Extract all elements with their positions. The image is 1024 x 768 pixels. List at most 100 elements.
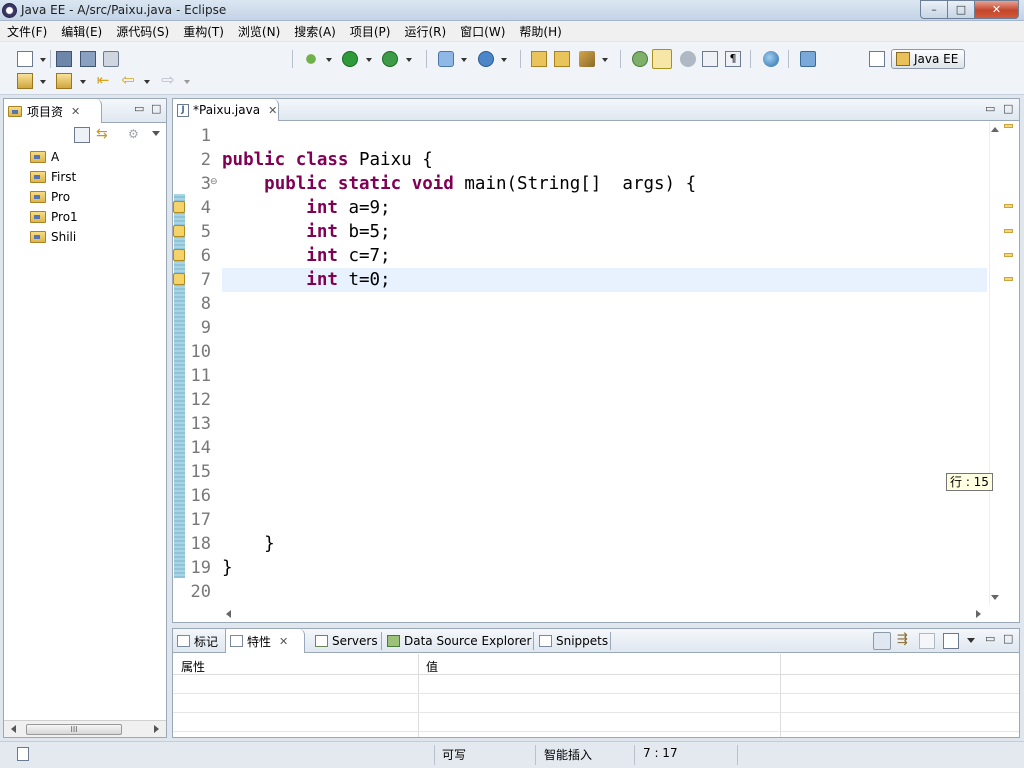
scroll-right-icon[interactable]: [154, 725, 159, 733]
link-with-editor-icon[interactable]: ⇆: [96, 127, 112, 143]
overview-ruler[interactable]: [989, 122, 1019, 605]
fold-collapse-icon[interactable]: ⊖: [210, 177, 218, 187]
new-server-dropdown-icon[interactable]: [461, 58, 467, 62]
warning-marker-icon[interactable]: [173, 225, 185, 237]
pin-icon[interactable]: [943, 633, 959, 649]
debug-dropdown-icon[interactable]: [326, 58, 332, 62]
debug-icon[interactable]: [303, 51, 319, 67]
warning-marker-icon[interactable]: [173, 201, 185, 213]
previous-annotation-dropdown-icon[interactable]: [80, 80, 86, 84]
web-browser-icon[interactable]: [763, 51, 779, 67]
close-button[interactable]: ✕: [974, 0, 1019, 19]
back-icon[interactable]: ⇦: [120, 72, 136, 89]
tab-servers[interactable]: Servers: [311, 629, 378, 653]
warning-marker-icon[interactable]: [173, 249, 185, 261]
new-icon[interactable]: [17, 51, 33, 67]
last-edit-location-icon[interactable]: ⇤: [95, 73, 111, 89]
column-header-property[interactable]: 属性: [181, 658, 205, 675]
project-item-a[interactable]: A: [30, 148, 59, 166]
toggle-java-editor-icon[interactable]: [680, 51, 696, 67]
scroll-up-icon[interactable]: [991, 127, 999, 132]
minimize-view-icon[interactable]: ▭: [134, 102, 144, 115]
open-task-icon[interactable]: [554, 51, 570, 67]
toggle-breadcrumb-icon[interactable]: [632, 51, 648, 67]
editor-horizontal-scrollbar[interactable]: [220, 606, 987, 620]
maximize-button[interactable]: □: [947, 0, 974, 19]
tab-project-explorer[interactable]: 项目资 ✕: [4, 99, 102, 123]
new-dropdown-icon[interactable]: [40, 58, 46, 62]
collapse-all-icon[interactable]: [74, 127, 90, 143]
maximize-view-icon[interactable]: □: [1003, 632, 1013, 645]
save-all-icon[interactable]: [80, 51, 96, 67]
tab-paixu-java[interactable]: J *Paixu.java ✕: [173, 99, 279, 121]
new-class-dropdown-icon[interactable]: [501, 58, 507, 62]
back-dropdown-icon[interactable]: [144, 80, 150, 84]
open-perspective-icon[interactable]: [869, 51, 885, 67]
overview-warning-marker[interactable]: [1004, 124, 1013, 128]
close-tab-icon[interactable]: ✕: [268, 104, 277, 117]
scroll-down-icon[interactable]: [991, 595, 999, 600]
show-whitespace-icon[interactable]: ¶: [725, 51, 741, 67]
minimize-view-icon[interactable]: ▭: [985, 632, 995, 645]
project-item-first[interactable]: First: [30, 168, 76, 186]
view-menu-filter-icon[interactable]: ⚙: [128, 127, 144, 143]
show-categories-icon[interactable]: [873, 632, 891, 650]
overview-warning-marker[interactable]: [1004, 253, 1013, 257]
run-dropdown-icon[interactable]: [366, 58, 372, 62]
menu-navigate[interactable]: 浏览(N): [231, 23, 287, 40]
warning-marker-icon[interactable]: [173, 273, 185, 285]
mark-occurrences-icon[interactable]: [652, 49, 672, 69]
minimize-button[interactable]: –: [920, 0, 947, 19]
project-item-pro1[interactable]: Pro1: [30, 208, 78, 226]
next-annotation-dropdown-icon[interactable]: [40, 80, 46, 84]
project-item-shili[interactable]: Shili: [30, 228, 76, 246]
run-icon[interactable]: [342, 51, 358, 67]
save-icon[interactable]: [56, 51, 72, 67]
scroll-left-icon[interactable]: [11, 725, 16, 733]
view-menu-icon[interactable]: [152, 131, 160, 136]
close-tab-icon[interactable]: ✕: [279, 635, 288, 648]
column-header-value[interactable]: 值: [426, 658, 438, 675]
search-icon[interactable]: [579, 51, 595, 67]
tab-markers[interactable]: 标记: [173, 629, 218, 653]
menu-source[interactable]: 源代码(S): [109, 23, 176, 40]
tab-data-source-explorer[interactable]: Data Source Explorer: [383, 629, 531, 653]
run-external-dropdown-icon[interactable]: [406, 58, 412, 62]
menu-refactor[interactable]: 重构(T): [176, 23, 231, 40]
new-server-icon[interactable]: [438, 51, 454, 67]
tab-snippets[interactable]: Snippets: [535, 629, 608, 653]
tab-properties[interactable]: 特性 ✕: [225, 629, 305, 653]
explorer-horizontal-scrollbar[interactable]: III: [4, 720, 166, 737]
menu-project[interactable]: 项目(P): [343, 23, 398, 40]
search-dropdown-icon[interactable]: [602, 58, 608, 62]
publish-icon[interactable]: [800, 51, 816, 67]
close-tab-icon[interactable]: ✕: [71, 105, 80, 118]
next-annotation-icon[interactable]: [17, 73, 33, 89]
show-advanced-icon[interactable]: ⇶: [897, 633, 913, 649]
menu-file[interactable]: 文件(F): [0, 23, 54, 40]
menu-run[interactable]: 运行(R): [397, 23, 453, 40]
open-type-icon[interactable]: [531, 51, 547, 67]
scrollbar-thumb[interactable]: III: [26, 724, 122, 735]
overview-warning-marker[interactable]: [1004, 277, 1013, 281]
maximize-view-icon[interactable]: □: [151, 102, 161, 115]
menu-edit[interactable]: 编辑(E): [54, 23, 109, 40]
menu-search[interactable]: 搜索(A): [287, 23, 343, 40]
menu-help[interactable]: 帮助(H): [512, 23, 568, 40]
filter-icon[interactable]: [919, 633, 935, 649]
maximize-editor-icon[interactable]: □: [1003, 102, 1013, 115]
minimize-editor-icon[interactable]: ▭: [985, 102, 995, 115]
previous-annotation-icon[interactable]: [56, 73, 72, 89]
print-icon[interactable]: [103, 51, 119, 67]
perspective-java-ee-button[interactable]: Java EE: [891, 49, 966, 69]
scroll-right-icon[interactable]: [976, 610, 981, 618]
code-text-area[interactable]: public class Paixu { public static void …: [222, 124, 987, 604]
run-external-icon[interactable]: [382, 51, 398, 67]
view-menu-icon[interactable]: [967, 638, 975, 643]
project-item-pro[interactable]: Pro: [30, 188, 70, 206]
show-source-icon[interactable]: [702, 51, 718, 67]
overview-warning-marker[interactable]: [1004, 229, 1013, 233]
menu-window[interactable]: 窗口(W): [453, 23, 512, 40]
overview-warning-marker[interactable]: [1004, 204, 1013, 208]
scroll-left-icon[interactable]: [226, 610, 231, 618]
